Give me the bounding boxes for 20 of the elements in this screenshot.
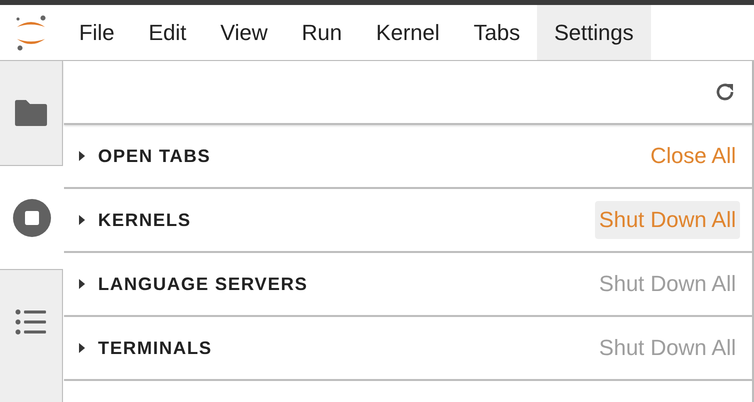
list-icon [15, 309, 47, 335]
stop-icon [12, 198, 50, 236]
menu-item[interactable]: Run [284, 5, 360, 60]
menu-item[interactable]: Edit [131, 5, 204, 60]
menu-item[interactable]: View [203, 5, 285, 60]
menu-item[interactable]: File [62, 5, 132, 60]
sidebar-tab[interactable] [0, 166, 63, 270]
caret-right-icon[interactable] [78, 342, 86, 354]
caret-right-icon[interactable] [78, 150, 86, 162]
menu-item[interactable]: Tabs [456, 5, 538, 60]
folder-icon [13, 99, 49, 127]
menu-item[interactable]: Settings [537, 5, 651, 60]
caret-right-icon[interactable] [78, 214, 86, 226]
section-title[interactable]: KERNELS [98, 210, 596, 230]
section-title[interactable]: TERMINALS [98, 338, 596, 358]
refresh-icon [714, 81, 736, 103]
section-title[interactable]: LANGUAGE SERVERS [98, 274, 596, 294]
caret-right-icon[interactable] [78, 278, 86, 290]
menu-item[interactable]: Kernel [359, 5, 457, 60]
section-title[interactable]: OPEN TABS [98, 146, 646, 166]
